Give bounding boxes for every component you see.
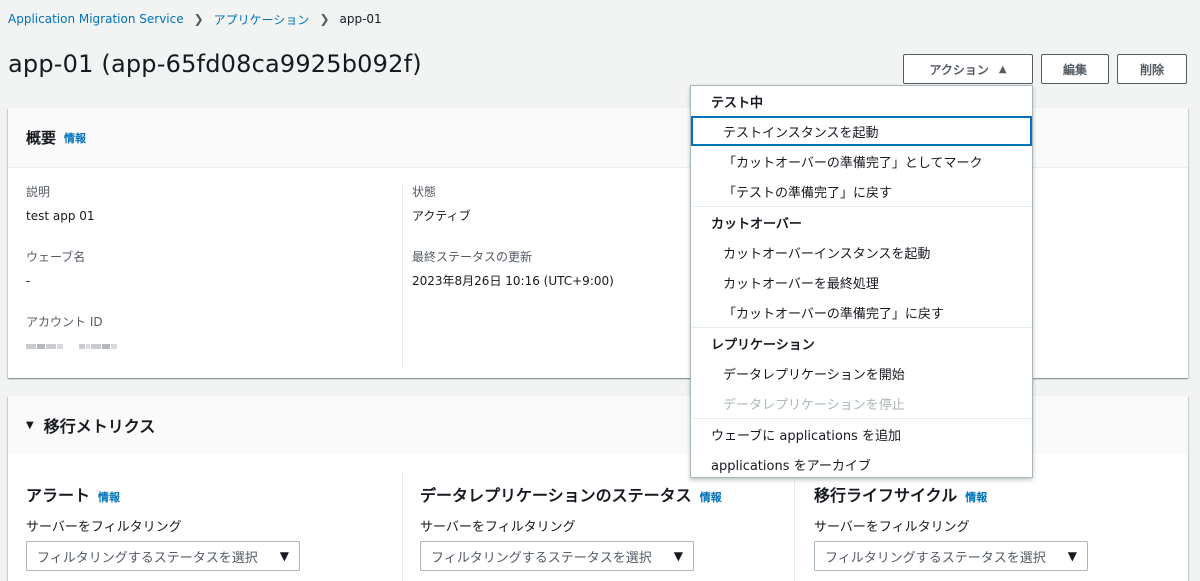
metrics-divider [402,472,403,581]
menu-item-stop-replication: データレプリケーションを停止 [723,397,905,413]
replication-filter-label: サーバーをフィルタリング [420,520,576,535]
wave-value: - [26,274,31,288]
menu-item-add-to-wave[interactable]: ウェーブに applications を追加 [691,419,1032,449]
alerts-title: アラート [26,486,91,505]
replication-status-column: データレプリケーションのステータス 情報 サーバーをフィルタリング フィルタリング… [420,482,722,571]
menu-item-mark-ready-for-cutover[interactable]: 「カットオーバーの準備完了」としてマーク [691,146,1032,176]
metrics-divider [794,472,795,581]
menu-item-archive-applications[interactable]: applications をアーカイブ [691,449,1032,479]
menu-group-other: ウェーブに applications を追加 applications をアーカ… [691,419,1032,479]
actions-button[interactable]: アクション ▲ [903,54,1033,84]
menu-header-cutover: カットオーバー [711,216,802,232]
lifecycle-info-link[interactable]: 情報 [965,489,987,505]
delete-button[interactable]: 削除 [1117,54,1187,84]
replication-status-info-link[interactable]: 情報 [700,489,722,505]
summary-column-divider [402,184,403,368]
menu-group-testing: テスト中 テストインスタンスを起動 「カットオーバーの準備完了」としてマーク 「… [691,86,1032,207]
edit-button[interactable]: 編集 [1041,54,1109,84]
description-value: test app 01 [26,209,95,223]
chevron-right-icon: ❯ [319,12,330,26]
menu-item-revert-ready-for-testing[interactable]: 「テストの準備完了」に戻す [691,176,1032,206]
menu-header-replication: レプリケーション [711,337,815,353]
alerts-select-placeholder: フィルタリングするステータスを選択 [37,550,258,566]
status-value: アクティブ [412,209,471,223]
actions-dropdown-menu: テスト中 テストインスタンスを起動 「カットオーバーの準備完了」としてマーク 「… [690,85,1033,478]
breadcrumb-current: app-01 [339,12,382,26]
caret-down-icon: ▼ [279,549,289,563]
summary-title: 概要 [26,129,57,147]
lifecycle-title: 移行ライフサイクル [814,486,958,505]
replication-status-title: データレプリケーションのステータス [420,486,692,505]
wave-label: ウェーブ名 [26,250,86,264]
last-updated-label: 最終ステータスの更新 [412,250,533,264]
menu-header-testing: テスト中 [711,95,764,111]
account-label: アカウント ID [26,315,103,329]
lifecycle-filter-label: サーバーをフィルタリング [814,520,970,535]
summary-info-link[interactable]: 情報 [64,130,86,146]
page-title: app-01 (app-65fd08ca9925b092f) [8,50,422,78]
metrics-title: 移行メトリクス [43,417,156,436]
menu-group-replication: レプリケーション データレプリケーションを開始 データレプリケーションを停止 [691,328,1032,419]
alerts-info-link[interactable]: 情報 [98,489,120,505]
breadcrumb-link-applications[interactable]: アプリケーション [214,11,310,28]
chevron-right-icon: ❯ [193,12,204,26]
description-label: 説明 [26,185,51,199]
breadcrumb-link-service[interactable]: Application Migration Service [8,12,184,26]
menu-group-cutover: カットオーバー カットオーバーインスタンスを起動 カットオーバーを最終処理 「カ… [691,207,1032,328]
caret-down-icon: ▼ [1067,549,1077,563]
description-field: 説明 test app 01 [26,184,117,249]
account-id-redacted [26,342,117,350]
breadcrumb: Application Migration Service ❯ アプリケーション… [8,10,382,28]
menu-item-launch-test-instances[interactable]: テストインスタンスを起動 [691,116,1032,146]
lifecycle-select-placeholder: フィルタリングするステータスを選択 [825,550,1046,566]
menu-item-revert-ready-for-cutover[interactable]: 「カットオーバーの準備完了」に戻す [691,297,1032,327]
wave-field: ウェーブ名 - [26,249,117,314]
menu-item-launch-cutover-instances[interactable]: カットオーバーインスタンスを起動 [691,237,1032,267]
lifecycle-column: 移行ライフサイクル 情報 サーバーをフィルタリング フィルタリングするステータスを… [814,482,1088,571]
replication-select-placeholder: フィルタリングするステータスを選択 [431,550,652,566]
caret-down-icon: ▼ [673,549,683,563]
caret-up-icon: ▲ [998,63,1007,75]
last-updated-field: 最終ステータスの更新 2023年8月26日 10:16 (UTC+9:00) [412,249,614,314]
menu-item-finalize-cutover[interactable]: カットオーバーを最終処理 [691,267,1032,297]
summary-column-left: 説明 test app 01 ウェーブ名 - アカウント ID [26,184,117,379]
last-updated-value: 2023年8月26日 10:16 (UTC+9:00) [412,274,614,288]
alerts-column: アラート 情報 サーバーをフィルタリング フィルタリングするステータスを選択 ▼ [26,482,300,571]
alerts-status-select[interactable]: フィルタリングするステータスを選択 ▼ [26,541,300,571]
caret-down-icon[interactable]: ▼ [26,420,34,431]
lifecycle-status-select[interactable]: フィルタリングするステータスを選択 ▼ [814,541,1088,571]
status-field: 状態 アクティブ [412,184,614,249]
actions-button-label: アクション [929,62,989,77]
status-label: 状態 [412,185,437,199]
menu-item-start-replication[interactable]: データレプリケーションを開始 [691,358,1032,388]
summary-column-middle: 状態 アクティブ 最終ステータスの更新 2023年8月26日 10:16 (UT… [412,184,614,314]
account-field: アカウント ID [26,314,117,379]
replication-status-select[interactable]: フィルタリングするステータスを選択 ▼ [420,541,694,571]
alerts-filter-label: サーバーをフィルタリング [26,520,182,535]
